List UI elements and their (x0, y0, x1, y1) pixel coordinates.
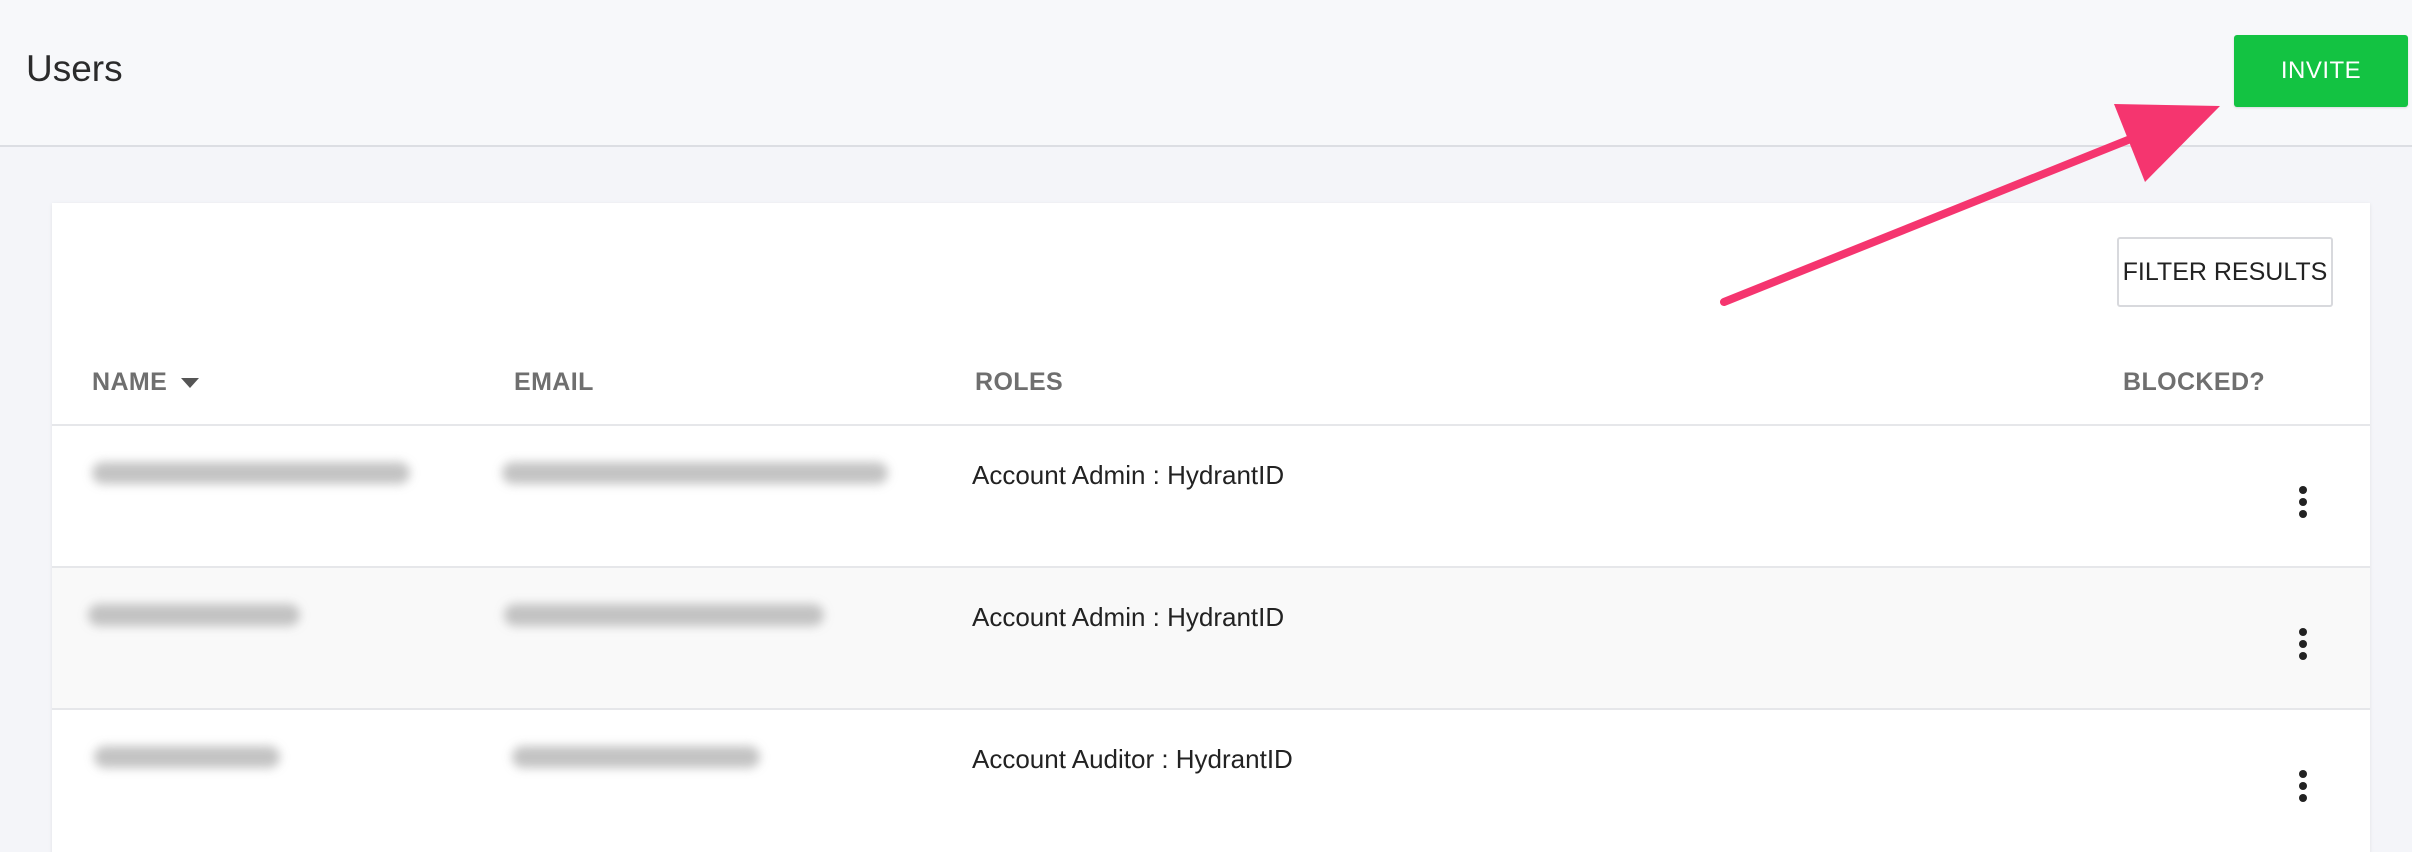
table-row[interactable]: Account Admin : HydrantID (52, 566, 2370, 708)
column-header-label: BLOCKED? (2123, 368, 2266, 396)
redacted-name (88, 604, 300, 626)
caret-down-icon (181, 377, 200, 388)
column-header-label: NAME (92, 368, 168, 396)
column-header-blocked[interactable]: BLOCKED? (2123, 368, 2265, 397)
table-row[interactable]: Account Admin : HydrantID (52, 424, 2370, 566)
redacted-name (92, 462, 410, 484)
page-header: Users INVITE (0, 0, 2412, 147)
column-header-name[interactable]: NAME (92, 368, 200, 397)
column-header-label: EMAIL (514, 368, 594, 396)
role-text: Account Auditor : HydrantID (972, 744, 1293, 774)
role-text: Account Admin : HydrantID (972, 602, 1285, 632)
kebab-menu-icon[interactable] (2288, 624, 2318, 664)
redacted-email (504, 604, 824, 626)
invite-button[interactable]: INVITE (2234, 35, 2408, 107)
kebab-menu-icon[interactable] (2288, 482, 2318, 522)
redacted-email (512, 746, 760, 768)
redacted-name (94, 746, 280, 768)
redacted-email (502, 462, 888, 484)
table-row[interactable]: Account Auditor : HydrantID (52, 708, 2370, 850)
role-text: Account Admin : HydrantID (972, 460, 1285, 490)
filter-results-button[interactable]: FILTER RESULTS (2117, 237, 2333, 307)
column-header-label: ROLES (975, 368, 1064, 396)
column-header-roles[interactable]: ROLES (975, 368, 1063, 397)
kebab-menu-icon[interactable] (2288, 766, 2318, 806)
page-title: Users (26, 48, 123, 89)
column-header-email[interactable]: EMAIL (514, 368, 594, 397)
